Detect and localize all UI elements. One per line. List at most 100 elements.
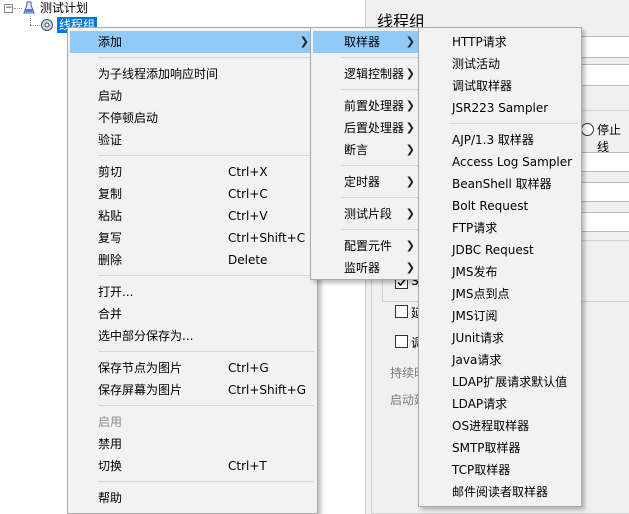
submenu-item-pre-processor[interactable]: 前置处理器 ❯ [313, 95, 421, 117]
submenu-item-assertion[interactable]: 断言 ❯ [313, 139, 421, 161]
menu-item-disable[interactable]: 禁用 [70, 433, 315, 455]
menu-item-copy[interactable]: 复制 Ctrl+C [70, 183, 315, 205]
menu-separator [98, 57, 314, 58]
sampler-item-java-request[interactable]: Java请求 [421, 349, 579, 371]
menu-item-shortcut: Ctrl+X [228, 165, 268, 179]
menu-item-label: 调试取样器 [452, 79, 513, 93]
collapse-toggle[interactable]: − [4, 4, 13, 13]
menu-item-save-selection-as[interactable]: 选中部分保存为... [70, 325, 315, 347]
menu-item-label: 邮件阅读者取样器 [452, 485, 549, 499]
menu-item-validate[interactable]: 验证 [70, 129, 315, 151]
sampler-item-jdbc-request[interactable]: JDBC Request [421, 239, 579, 261]
sampler-item-ftp-request[interactable]: FTP请求 [421, 217, 579, 239]
menu-item-label: Bolt Request [452, 199, 529, 213]
menu-item-help[interactable]: 帮助 [70, 487, 315, 509]
sampler-item-bolt-request[interactable]: Bolt Request [421, 195, 579, 217]
menu-item-add[interactable]: 添加 ❯ [70, 31, 315, 53]
menu-item-merge[interactable]: 合并 [70, 303, 315, 325]
menu-item-label: 添加 [98, 35, 123, 49]
menu-item-cut[interactable]: 剪切 Ctrl+X [70, 161, 315, 183]
menu-item-enable: 启用 [70, 411, 315, 433]
menu-item-label: 删除 [98, 253, 123, 267]
submenu-item-post-processor[interactable]: 后置处理器 ❯ [313, 117, 421, 139]
submenu-arrow-icon: ❯ [405, 99, 415, 112]
menu-item-label: 不停顿启动 [98, 111, 159, 125]
sampler-item-smtp[interactable]: SMTP取样器 [421, 437, 579, 459]
sampler-item-tcp[interactable]: TCP取样器 [421, 459, 579, 481]
submenu-item-config-element[interactable]: 配置元件 ❯ [313, 235, 421, 257]
stop-thread-radio[interactable] [581, 123, 594, 136]
menu-item-delete[interactable]: 删除 Delete [70, 249, 315, 271]
delay-thread-checkbox[interactable] [395, 305, 408, 318]
menu-item-label: 粘贴 [98, 209, 123, 223]
menu-item-label: JDBC Request [452, 243, 534, 257]
menu-item-save-screen-image[interactable]: 保存屏幕为图片 Ctrl+Shift+G [70, 379, 315, 401]
menu-item-label: 禁用 [98, 437, 123, 451]
menu-item-label: HTTP请求 [452, 35, 507, 49]
sampler-item-beanshell[interactable]: BeanShell 取样器 [421, 173, 579, 195]
menu-item-add-response-time[interactable]: 为子线程添加响应时间 [70, 63, 315, 85]
submenu-arrow-icon: ❯ [405, 175, 415, 188]
sampler-item-jsr223[interactable]: JSR223 Sampler [421, 97, 579, 119]
sampler-item-ldap-request[interactable]: LDAP请求 [421, 393, 579, 415]
menu-item-start-no-pause[interactable]: 不停顿启动 [70, 107, 315, 129]
sampler-item-jms-subscriber[interactable]: JMS订阅 [421, 305, 579, 327]
menu-item-label: 取样器 [344, 35, 381, 49]
sampler-item-ldap-extended[interactable]: LDAP扩展请求默认值 [421, 371, 579, 393]
menu-item-label: 选中部分保存为... [98, 329, 194, 343]
submenu-arrow-icon: ❯ [405, 261, 415, 274]
submenu-item-listener[interactable]: 监听器 ❯ [313, 257, 421, 279]
menu-separator [341, 229, 420, 230]
menu-item-label: 帮助 [98, 491, 123, 505]
submenu-item-test-fragment[interactable]: 测试片段 ❯ [313, 203, 421, 225]
menu-item-label: LDAP扩展请求默认值 [452, 375, 568, 389]
sampler-item-jms-point-to-point[interactable]: JMS点到点 [421, 283, 579, 305]
sampler-item-jms-publisher[interactable]: JMS发布 [421, 261, 579, 283]
menu-item-label: 断言 [344, 143, 369, 157]
menu-item-label: SMTP取样器 [452, 441, 521, 455]
menu-item-label: 监听器 [344, 261, 381, 275]
menu-item-label: Access Log Sampler [452, 155, 573, 169]
submenu-item-timer[interactable]: 定时器 ❯ [313, 171, 421, 193]
menu-item-shortcut: Ctrl+C [228, 187, 268, 201]
scheduler-checkbox[interactable] [395, 335, 408, 348]
menu-item-label: 启动 [98, 89, 123, 103]
menu-item-label: 启用 [98, 415, 123, 429]
submenu-item-logic-controller[interactable]: 逻辑控制器 ❯ [313, 63, 421, 85]
sampler-item-debug-sampler[interactable]: 调试取样器 [421, 75, 579, 97]
test-plan-icon [23, 1, 35, 14]
menu-item-label: FTP请求 [452, 221, 498, 235]
menu-separator [98, 155, 314, 156]
submenu-arrow-icon: ❯ [405, 207, 415, 220]
sampler-item-test-action[interactable]: 测试活动 [421, 53, 579, 75]
menu-item-start[interactable]: 启动 [70, 85, 315, 107]
menu-item-label: 验证 [98, 133, 123, 147]
submenu-arrow-icon: ❯ [405, 35, 415, 48]
stop-thread-label: 停止线 [597, 123, 622, 154]
menu-item-label: 保存屏幕为图片 [98, 383, 183, 397]
menu-item-open[interactable]: 打开... [70, 281, 315, 303]
menu-item-label: 测试片段 [344, 207, 393, 221]
menu-item-label: JSR223 Sampler [452, 101, 549, 115]
menu-item-duplicate[interactable]: 复写 Ctrl+Shift+C [70, 227, 315, 249]
menu-item-save-node-image[interactable]: 保存节点为图片 Ctrl+G [70, 357, 315, 379]
menu-item-paste[interactable]: 粘贴 Ctrl+V [70, 205, 315, 227]
menu-item-label: 后置处理器 [344, 121, 405, 135]
thread-group-gear-icon [41, 19, 53, 31]
tree-connector [14, 8, 22, 9]
menu-item-shortcut: Ctrl+T [228, 459, 267, 473]
sampler-item-access-log[interactable]: Access Log Sampler [421, 151, 579, 173]
submenu-item-sampler[interactable]: 取样器 ❯ [313, 31, 421, 53]
menu-item-label: 复写 [98, 231, 123, 245]
menu-item-label: LDAP请求 [452, 397, 508, 411]
sampler-item-ajp[interactable]: AJP/1.3 取样器 [421, 129, 579, 151]
test-plan-label: 测试计划 [40, 1, 89, 15]
menu-item-toggle[interactable]: 切换 Ctrl+T [70, 455, 315, 477]
sampler-item-os-process[interactable]: OS进程取样器 [421, 415, 579, 437]
menu-item-label: 打开... [98, 285, 134, 299]
sampler-item-http-request[interactable]: HTTP请求 [421, 31, 579, 53]
menu-separator [449, 123, 578, 124]
menu-item-label: 测试活动 [452, 57, 501, 71]
sampler-item-mail-reader[interactable]: 邮件阅读者取样器 [421, 481, 579, 503]
sampler-item-junit-request[interactable]: JUnit请求 [421, 327, 579, 349]
